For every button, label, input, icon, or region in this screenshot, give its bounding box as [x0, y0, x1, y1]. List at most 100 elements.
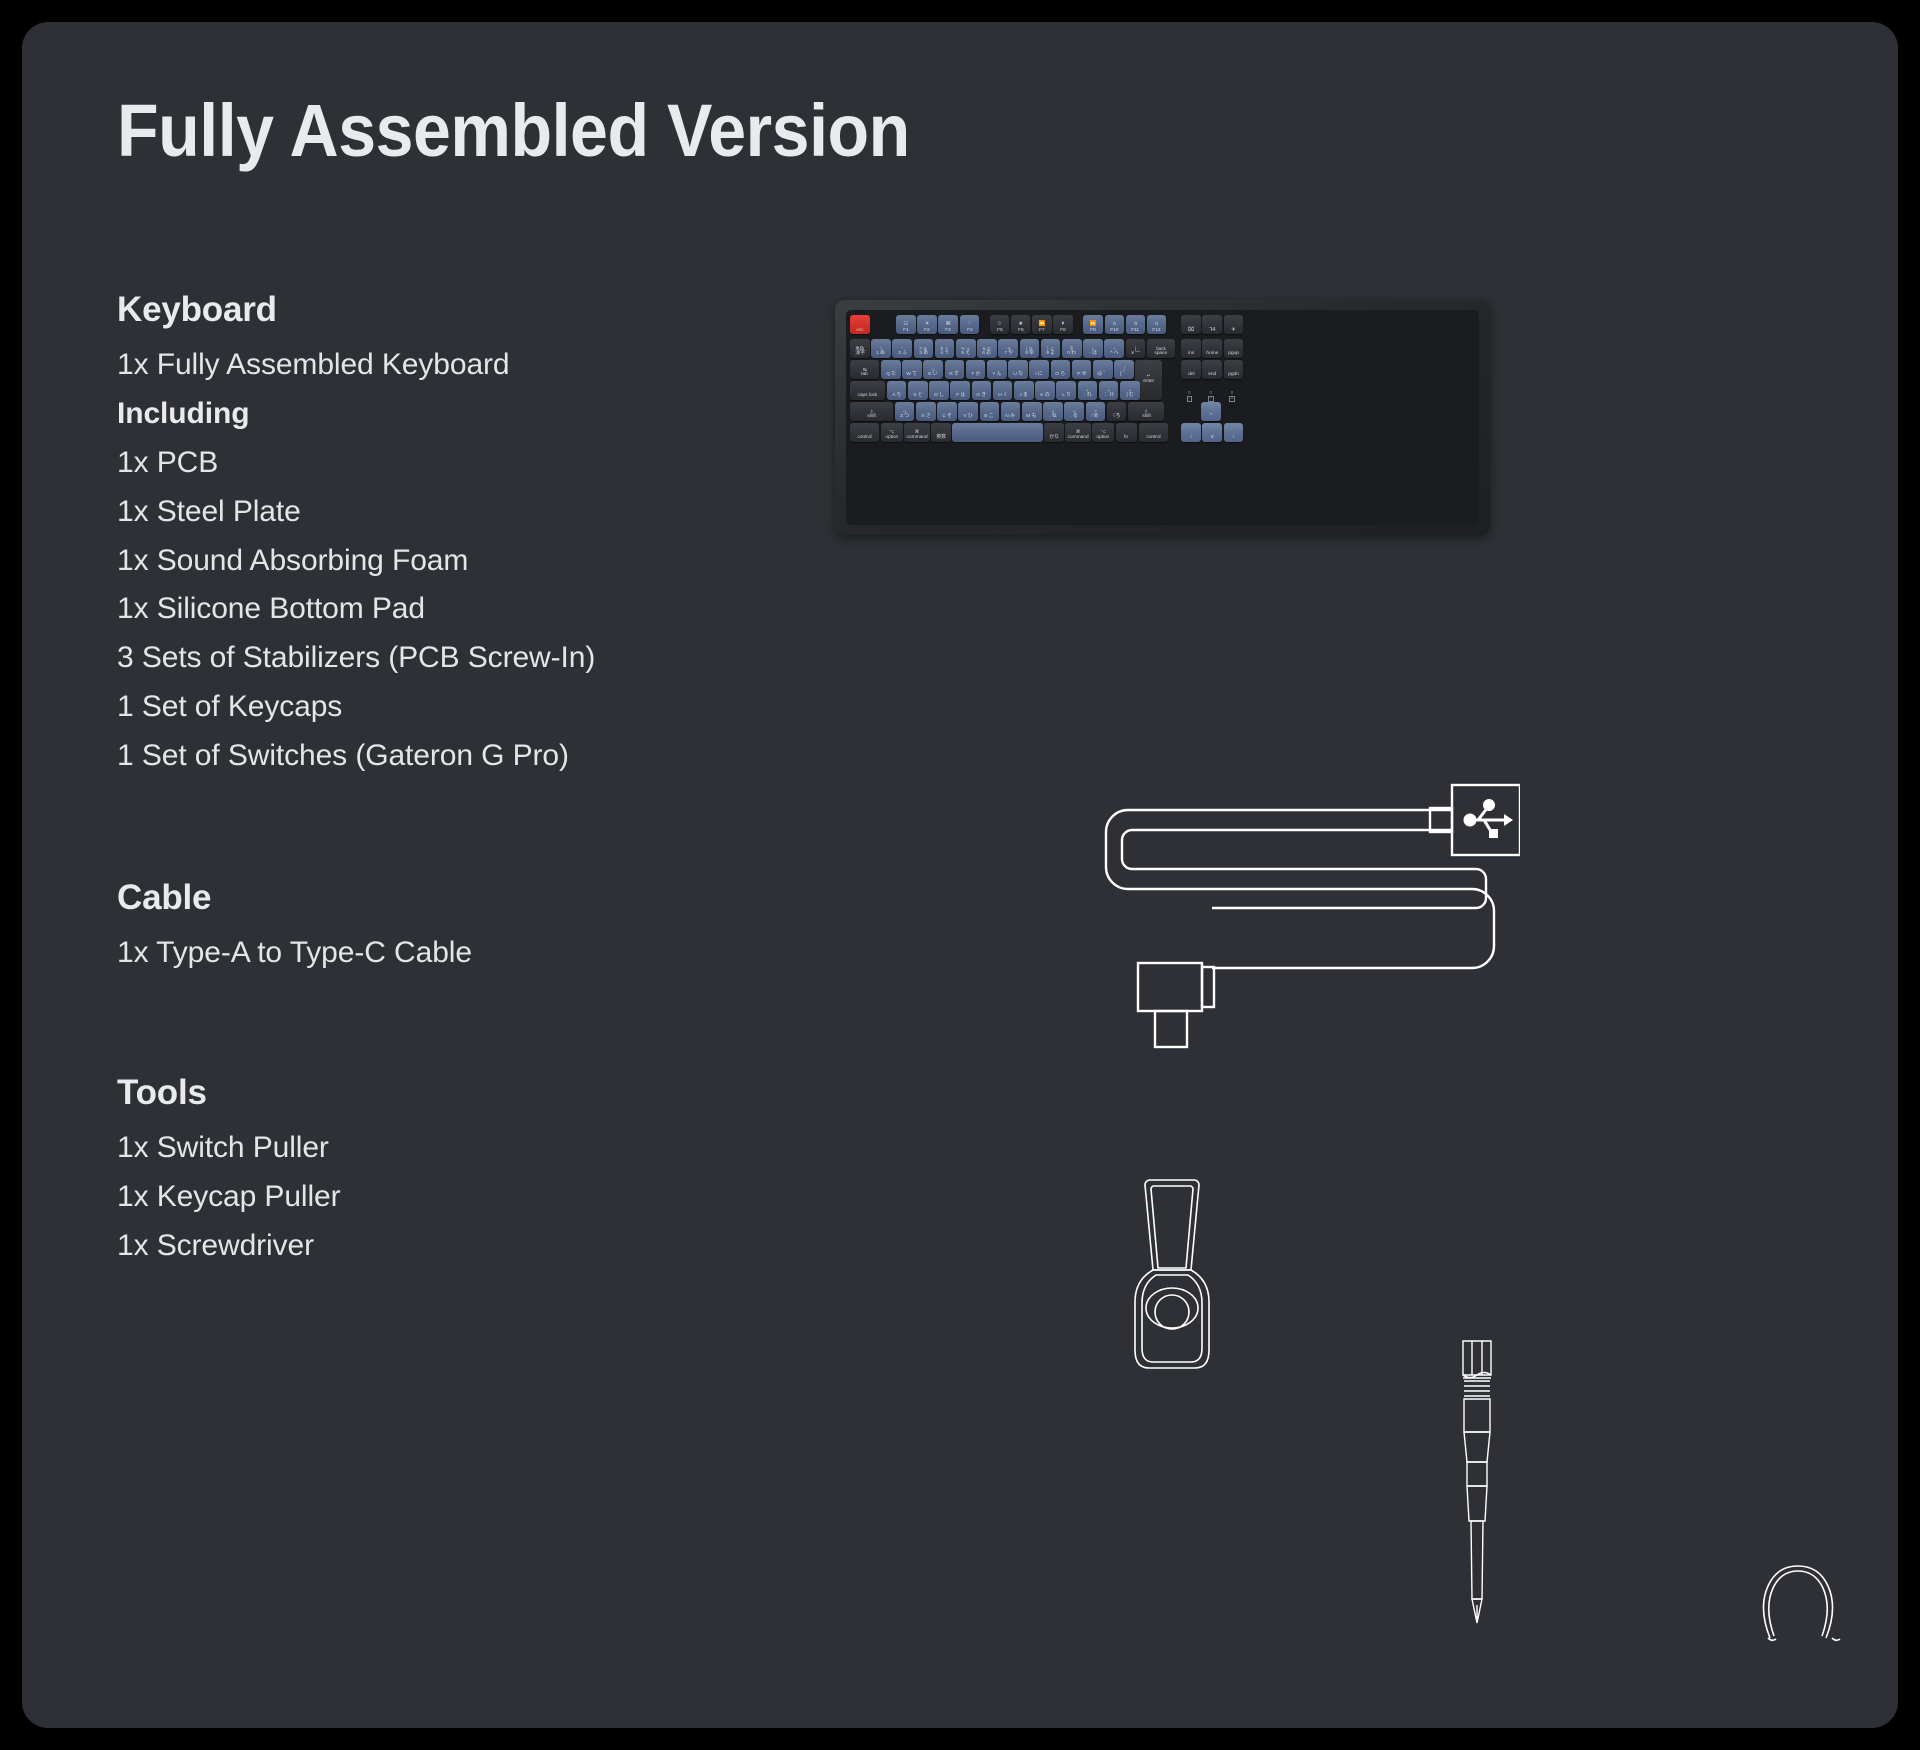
keycap-r4-2[interactable]: C そ [937, 401, 957, 421]
keycap-r3-8[interactable]: L り [1056, 380, 1077, 400]
keycap-r2-11[interactable]: 「[ ゜ [1114, 359, 1134, 379]
keycap-r2-10[interactable]: @ ゛ [1093, 359, 1113, 379]
keycap-r4-1[interactable]: X さ [915, 401, 936, 421]
keycap-r2-3[interactable]: R す [944, 359, 965, 379]
keycap-backspace[interactable]: back space [1146, 338, 1176, 358]
keycap-arrow-left[interactable]: ‹ [1181, 422, 1201, 442]
keycap-rcontrol[interactable]: control [1138, 422, 1169, 442]
keycap-r3-6[interactable]: J ま [1014, 380, 1034, 400]
keycap-legend: esc [856, 326, 864, 333]
keycap-r3-3[interactable]: F は [950, 380, 971, 400]
keycap-f6[interactable]: ★ F6 [1010, 315, 1031, 334]
keycap-eisu[interactable]: 英数 [931, 422, 951, 442]
keycap-f2[interactable]: ☀ F2 [917, 315, 937, 334]
keycap-num-5[interactable]: & ぉ6 お [977, 338, 997, 358]
keycap-num-6[interactable]: ’ ゃ7 や [998, 338, 1018, 358]
keycap-ins[interactable]: ins [1181, 338, 1201, 358]
led-indicator-num: 0A [1229, 390, 1235, 402]
keycap-f7[interactable]: ⏪ F7 [1032, 315, 1052, 334]
keycap-r4-4[interactable]: B こ [979, 401, 1000, 421]
keycap-r2-8[interactable]: O ら [1050, 359, 1071, 379]
keycap-legend: F5 [996, 326, 1003, 333]
keycap-lcommand[interactable]: ⌘ command [904, 422, 930, 442]
keycap-home[interactable]: home [1202, 338, 1223, 358]
keycap-r2-5[interactable]: Y ん [987, 359, 1007, 379]
keycap-del[interactable]: del [1181, 359, 1201, 379]
keycap-r2-7[interactable]: I に [1029, 359, 1049, 379]
keycap-num-7[interactable]: ( ゅ8 ゆ [1019, 338, 1040, 358]
keycap-r4-9[interactable]: ? / め [1085, 401, 1106, 421]
keycap-r3-1[interactable]: S と [908, 380, 928, 400]
keycap-r4-7[interactable]: <, ね [1043, 401, 1063, 421]
keycap-num-4[interactable]: % ぇ5 え [956, 338, 976, 358]
keycap-lshift[interactable]: ⇧ shift [850, 401, 894, 421]
keycap-pgup[interactable]: pgup [1223, 338, 1244, 358]
keycap-r2-1[interactable]: W て [902, 359, 922, 379]
keycap-kana[interactable]: かな [1044, 422, 1064, 442]
keycap-fnrow-extra-2[interactable]: ☀ [1223, 315, 1244, 334]
keycap-num-2[interactable]: # ぁ3 あ [913, 338, 934, 358]
keycap-legend: かな [1049, 434, 1059, 440]
keycap-r2-6[interactable]: U な [1008, 359, 1028, 379]
keycap-arrow-down[interactable]: ∨ [1202, 422, 1223, 442]
keycap-pgdn[interactable]: pgdn [1223, 359, 1244, 379]
keycap-r3-5[interactable]: H く [992, 380, 1013, 400]
keycap-num-3[interactable]: $ ぅ4 う [934, 338, 955, 358]
keycap-r4-6[interactable]: M も [1021, 401, 1042, 421]
keycap-end[interactable]: end [1202, 359, 1223, 379]
keycap-r3-7[interactable]: K の [1035, 380, 1055, 400]
keycap-arrow-right[interactable]: › [1223, 422, 1244, 442]
keycap-legend: S と [913, 392, 923, 399]
keycap-num-9[interactable]: を0 わ [1062, 338, 1082, 358]
keycap-arrow-up[interactable]: ⌃ [1201, 401, 1222, 421]
keycap-yen[interactable]: | ¥ ー [1125, 338, 1146, 358]
keycap-rcommand[interactable]: ⌘ command [1065, 422, 1091, 442]
keycap-loption[interactable]: ⌥ option [881, 422, 903, 442]
keycap-fnrow-extra-1[interactable]: Ἲ4 [1202, 315, 1223, 334]
keycap-r3-0[interactable]: A ち [886, 380, 907, 400]
keycap-legend: 6 お [982, 350, 992, 357]
keycap-fnrow-extra-0[interactable]: ⌧ [1181, 315, 1201, 334]
keycap-r2-2[interactable]: ぃE い [923, 359, 943, 379]
keycap-lcontrol[interactable]: control [850, 422, 880, 442]
keycap-r4-10[interactable]: _ \ ろ [1106, 401, 1127, 421]
keycap-r4-5[interactable]: N み [1000, 401, 1021, 421]
keycap-f4[interactable]: ∷ F4 [959, 315, 980, 334]
keycap-r3-2[interactable]: D し [929, 380, 949, 400]
keycap-r4-8[interactable]: >. る [1064, 401, 1084, 421]
keycap-num-11[interactable]: ~ ^ へ [1104, 338, 1124, 358]
keycap-r2-9[interactable]: P せ [1071, 359, 1092, 379]
keycap-num-1[interactable]: " 2 ふ [892, 338, 912, 358]
keycap-legend: V ひ [963, 413, 973, 420]
keycap-capslock[interactable]: caps lock [850, 380, 886, 400]
keycap-r3-10[interactable]: + ∶ け [1098, 380, 1119, 400]
keycap-r3-9[interactable]: +; れ [1077, 380, 1098, 400]
keycap-f8[interactable]: ⏵ F8 [1053, 315, 1073, 334]
keycap-fn[interactable]: fn [1115, 422, 1138, 442]
keycap-f3[interactable]: ⌘ F3 [938, 315, 959, 334]
keycap-f9[interactable]: ⏩ F9 [1083, 315, 1103, 334]
keycap-r3-4[interactable]: G き [971, 380, 992, 400]
keycap-r3-11[interactable]: +] む [1120, 380, 1140, 400]
keycap-f11[interactable]: ᴏ F11 [1125, 315, 1146, 334]
keycap-num-10[interactable]: = - ほ [1083, 338, 1103, 358]
keycap-r4-3[interactable]: V ひ [958, 401, 978, 421]
keycap-r2-4[interactable]: T か [965, 359, 986, 379]
keycap-f1[interactable]: ☷ F1 [896, 315, 916, 334]
keycap-roption[interactable]: ⌥ option [1092, 422, 1115, 442]
keycap-esc[interactable]: esc [850, 315, 870, 334]
keycap-r2-0[interactable]: Q た [881, 359, 901, 379]
keycap-f10[interactable]: ᴏ F10 [1104, 315, 1125, 334]
keycap-f5[interactable]: ☆ F5 [989, 315, 1010, 334]
keycap-f12[interactable]: ᴏ F12 [1146, 315, 1167, 334]
keycap-hankaku[interactable]: 半角 漢字 [850, 338, 870, 358]
keycap-tab[interactable]: ↹ tab [850, 359, 880, 379]
keycap-legend: command [906, 434, 928, 440]
keycap-rshift[interactable]: ⇧ shift [1127, 401, 1165, 421]
keycap-legend: F2 [924, 326, 930, 333]
keycap-num-0[interactable]: ! 1 ぬ [871, 338, 891, 358]
keycap-num-8[interactable]: ) ょ9 よ [1040, 338, 1061, 358]
keycap-r4-0[interactable]: っZ つ [894, 401, 915, 421]
keycap-spacebar[interactable] [952, 422, 1043, 442]
keycap-legend: @ ゛ [1097, 371, 1109, 378]
